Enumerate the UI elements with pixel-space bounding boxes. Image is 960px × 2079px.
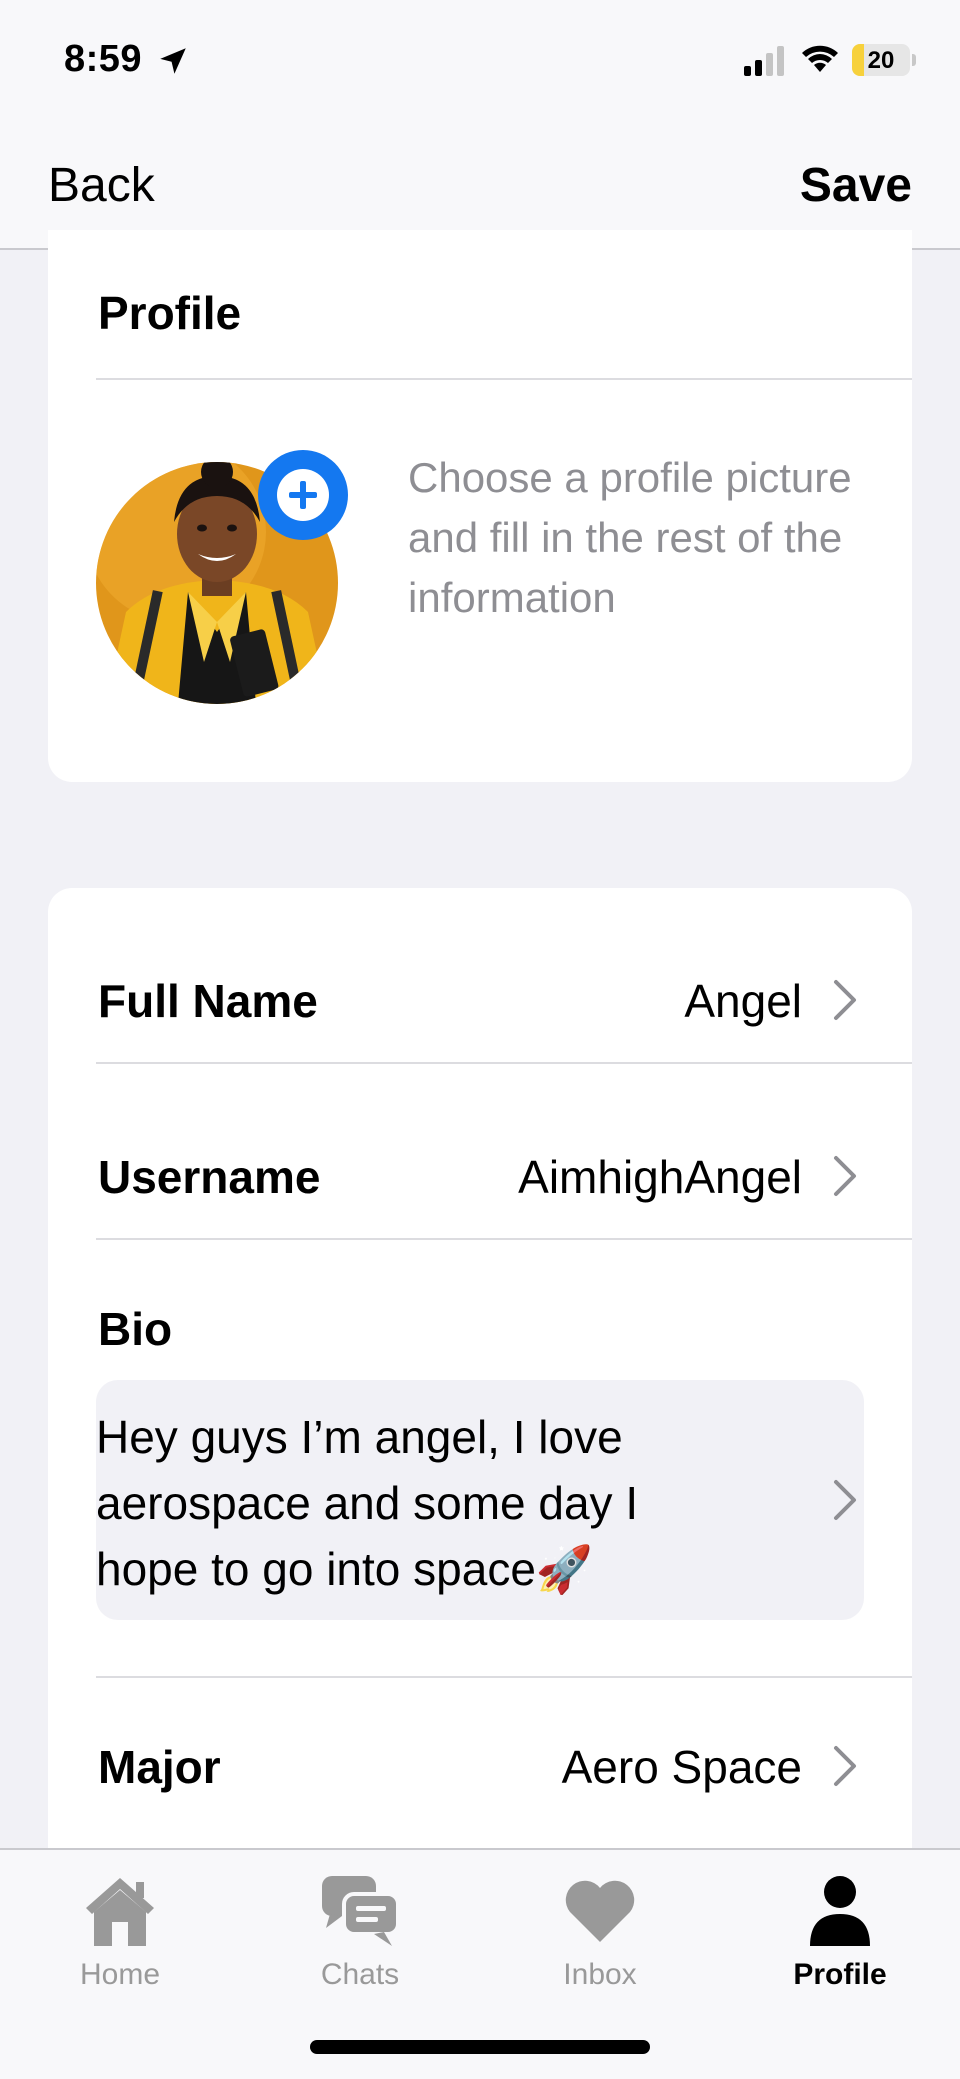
wifi-icon — [802, 45, 838, 72]
username-label: Username — [98, 1151, 321, 1203]
profile-hint-text: Choose a profile picture and fill in the… — [408, 454, 852, 621]
chevron-right-icon — [834, 980, 856, 1020]
bio-text: Hey guys I’m angel, I love aerospace and… — [96, 1411, 639, 1595]
cellular-signal-icon — [744, 46, 784, 76]
tab-label: Profile — [793, 1958, 887, 1991]
plus-circle-icon — [277, 469, 329, 521]
username-value: AimhighAngel — [518, 1151, 802, 1203]
battery-level-text: 20 — [867, 47, 895, 74]
person-icon — [810, 1876, 870, 1946]
tab-profile[interactable]: Profile — [720, 1850, 960, 1991]
divider — [96, 378, 912, 380]
status-time: 8:59 — [64, 38, 143, 80]
back-button[interactable]: Back — [48, 158, 155, 213]
bio-label: Bio — [98, 1303, 173, 1355]
tab-label: Home — [79, 1958, 161, 1991]
full-name-label: Full Name — [98, 975, 318, 1027]
divider — [96, 1062, 912, 1064]
battery-icon: 20 — [852, 44, 910, 76]
divider — [96, 1238, 912, 1240]
save-button[interactable]: Save — [800, 158, 912, 213]
profile-section-title: Profile — [98, 287, 242, 339]
tab-chats[interactable]: Chats — [240, 1850, 480, 1991]
heart-icon — [565, 1880, 635, 1942]
battery-tip — [912, 54, 916, 66]
chevron-right-icon — [834, 1746, 856, 1786]
house-icon — [86, 1878, 154, 1946]
location-arrow-icon — [160, 48, 186, 74]
tab-inbox[interactable]: Inbox — [480, 1850, 720, 1991]
tab-label: Inbox — [563, 1958, 637, 1991]
major-label: Major — [98, 1741, 221, 1793]
divider — [96, 1676, 912, 1678]
add-photo-button[interactable] — [258, 450, 348, 540]
tab-home[interactable]: Home — [0, 1850, 240, 1991]
bio-field[interactable]: Hey guys I’m angel, I love aerospace and… — [96, 1380, 864, 1620]
major-value: Aero Space — [561, 1741, 802, 1793]
status-bar: 8:59 20 — [0, 0, 960, 120]
full-name-value: Angel — [684, 975, 802, 1027]
profile-card: Profile Choose a profile picture and fil… — [48, 230, 912, 782]
edit-profile-screen: 8:59 20 Back Save Profile Choose a profi… — [0, 0, 960, 2079]
chevron-right-icon — [834, 1480, 856, 1520]
chevron-right-icon — [834, 1156, 856, 1196]
home-indicator — [310, 2040, 650, 2054]
profile-info-card: Full Name Angel Username AimhighAngel Bi… — [48, 888, 912, 1928]
tab-label: Chats — [320, 1958, 400, 1991]
chat-bubbles-icon — [322, 1876, 400, 1946]
